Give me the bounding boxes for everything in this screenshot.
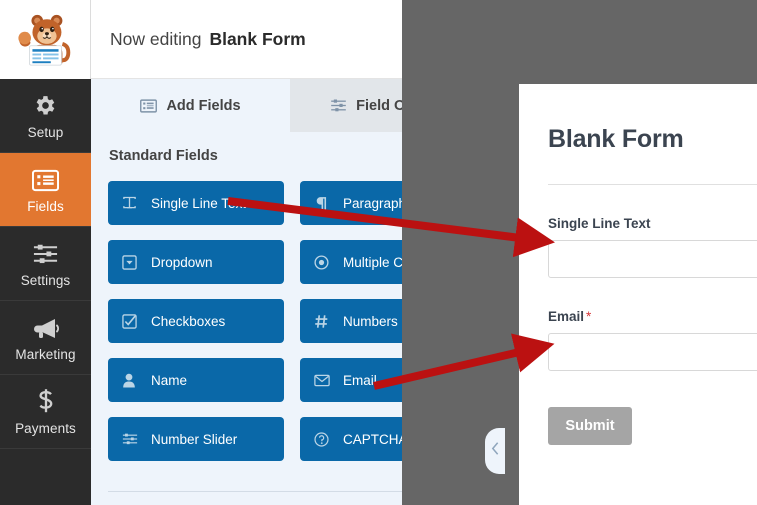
preview-input-single-line-text[interactable] (548, 240, 757, 278)
preview-field-label-text: Single Line Text (548, 216, 651, 231)
sidebar-item-label: Settings (20, 272, 71, 288)
user-icon (122, 373, 139, 388)
now-editing-label: Now editing (110, 28, 202, 49)
breadcrumb: Now editing Blank Form (91, 29, 306, 50)
envelope-icon (314, 374, 331, 387)
wpforms-bear-mascot-icon (18, 14, 71, 66)
chevron-left-icon (491, 441, 500, 461)
preview-input-email[interactable] (548, 333, 757, 371)
checkbox-icon (122, 313, 139, 329)
question-circle-icon (314, 431, 331, 447)
page-title: Blank Form (209, 28, 306, 49)
section-title: Standard Fields (109, 148, 218, 164)
preview-field-label: Email * (548, 309, 757, 324)
field-button-dropdown[interactable]: Dropdown (108, 240, 284, 284)
wpforms-logo[interactable] (0, 0, 91, 79)
wpforms-builder-screen: Setup Fields Settings Marketing Payments… (0, 0, 757, 505)
field-button-number-slider[interactable]: Number Slider (108, 417, 284, 461)
field-button-label: Number Slider (151, 431, 238, 447)
field-button-label: Email (343, 372, 377, 388)
gear-icon (33, 92, 58, 118)
submit-button[interactable]: Submit (548, 407, 632, 445)
sidebar-item-payments[interactable]: Payments (0, 375, 91, 449)
sidebar-item-fields[interactable]: Fields (0, 153, 91, 227)
sidebar-item-label: Payments (15, 420, 76, 436)
tab-label: Add Fields (166, 97, 241, 114)
sidebar-item-setup[interactable]: Setup (0, 79, 91, 153)
tab-add-fields[interactable]: Add Fields (91, 79, 290, 132)
sidebar-item-marketing[interactable]: Marketing (0, 301, 91, 375)
fields-list-icon (140, 98, 158, 113)
preview-field-email: Email * (548, 309, 757, 371)
sliders-icon (122, 432, 139, 446)
preview-field-label-text: Email (548, 309, 585, 324)
title-divider (548, 184, 757, 185)
text-cursor-icon (122, 196, 139, 211)
field-button-label: CAPTCHA (343, 431, 408, 447)
dollar-sign-icon (35, 388, 57, 414)
sidebar-item-settings[interactable]: Settings (0, 227, 91, 301)
list-form-icon (32, 166, 59, 192)
required-marker: * (586, 309, 592, 324)
preview-form-title: Blank Form (548, 125, 684, 153)
sliders-icon (32, 240, 59, 266)
field-button-name[interactable]: Name (108, 358, 284, 402)
field-button-label: Numbers (343, 313, 398, 329)
field-button-label: Name (151, 372, 188, 388)
collapse-panel-button[interactable] (485, 428, 505, 474)
main-sidebar: Setup Fields Settings Marketing Payments (0, 0, 91, 505)
radio-button-icon (314, 254, 331, 270)
field-button-label: Checkboxes (151, 313, 226, 329)
hash-icon (314, 314, 331, 329)
field-button-checkboxes[interactable]: Checkboxes (108, 299, 284, 343)
sidebar-item-label: Setup (27, 124, 64, 140)
field-button-single-line-text[interactable]: Single Line Text (108, 181, 284, 225)
pilcrow-icon (314, 196, 331, 211)
preview-field-single-line-text: Single Line Text (548, 216, 757, 278)
sidebar-item-label: Marketing (15, 346, 76, 362)
field-button-label: Dropdown (151, 254, 213, 270)
form-preview-panel: Blank Form Single Line Text Email * Submi… (519, 84, 757, 505)
sidebar-item-label: Fields (27, 198, 64, 214)
field-button-label: Single Line Text (151, 195, 247, 211)
sliders-icon (330, 98, 347, 113)
megaphone-icon (32, 314, 60, 340)
preview-field-label: Single Line Text (548, 216, 757, 231)
sidebar-nav: Setup Fields Settings Marketing Payments (0, 79, 91, 449)
dropdown-caret-icon (122, 254, 139, 270)
